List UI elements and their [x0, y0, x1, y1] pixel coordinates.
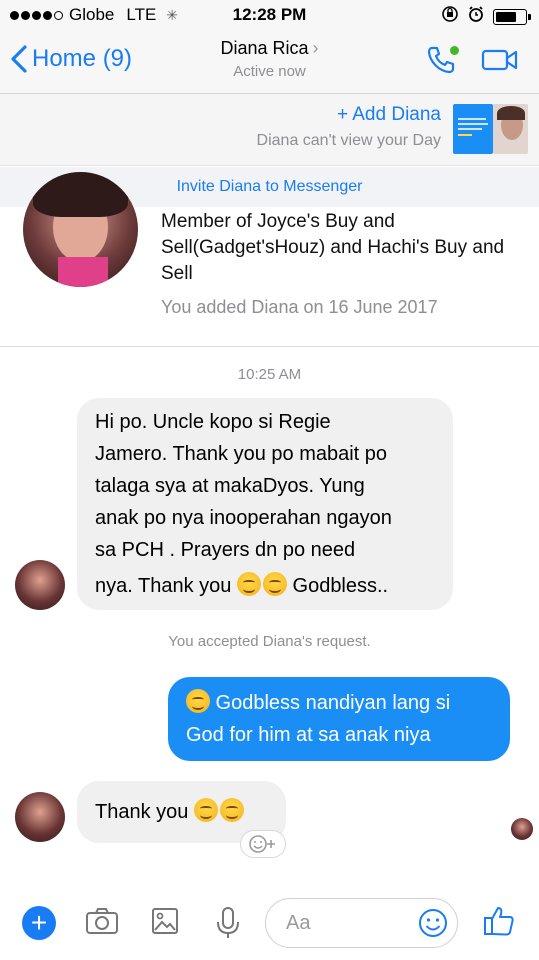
chevron-right-icon: ›: [312, 38, 319, 58]
smiling-emoji-icon: [262, 572, 287, 596]
message-line: God for him at sa anak niya: [186, 724, 431, 746]
system-message: You accepted Diana's request.: [168, 633, 371, 650]
status-bar: Globe LTE ✳ 12:28 PM: [0, 0, 539, 30]
sender-avatar[interactable]: [15, 792, 65, 842]
message-line: sa PCH . Prayers dn po need: [95, 539, 356, 561]
alarm-icon: [467, 5, 485, 28]
message-line: Jamero. Thank you po mabait po: [95, 443, 388, 465]
emoji-button[interactable]: [417, 907, 449, 944]
gallery-button[interactable]: [151, 906, 179, 941]
add-to-day-button[interactable]: + Add Diana: [337, 104, 441, 126]
video-call-button[interactable]: [481, 47, 519, 78]
contact-profile-summary: Member of Joyce's Buy and Sell(Gadget'sH…: [0, 172, 539, 347]
outgoing-message-bubble[interactable]: Godbless nandiyan lang si God for him at…: [168, 677, 510, 761]
smiling-emoji-icon: [219, 798, 244, 822]
conversation-header: Home (9) Diana Rica › Active now: [0, 30, 539, 94]
voice-message-button[interactable]: [215, 906, 241, 945]
day-photo-thumbnail[interactable]: [493, 104, 528, 154]
rotation-lock-icon: [441, 5, 459, 28]
camera-icon: [86, 908, 118, 934]
day-visibility-text: Diana can't view your Day: [256, 132, 441, 149]
message-line: Hi po. Uncle kopo si Regie: [95, 411, 331, 433]
phone-call-button[interactable]: [425, 44, 459, 81]
add-reaction-button[interactable]: [240, 830, 286, 858]
slight-smile-emoji-icon: [186, 689, 210, 713]
message-input-placeholder: Aa: [286, 912, 311, 934]
smiling-emoji-icon: [236, 572, 261, 596]
contact-avatar[interactable]: [23, 172, 138, 287]
camera-button[interactable]: [85, 906, 119, 941]
message-line: talaga sya at makaDyos. Yung: [95, 475, 365, 497]
thumbs-up-icon: [484, 907, 514, 936]
seen-receipt-avatar: [511, 818, 533, 840]
message-timestamp: 10:25 AM: [237, 366, 302, 383]
image-icon: [152, 908, 178, 934]
like-button[interactable]: [482, 904, 516, 943]
message-line: Godbless nandiyan lang si: [186, 687, 492, 719]
smiley-icon: [419, 909, 447, 937]
message-composer: + Aa: [0, 890, 539, 960]
incoming-message-bubble[interactable]: Hi po. Uncle kopo si Regie Jamero. Thank…: [77, 398, 453, 610]
more-options-button[interactable]: +: [22, 906, 56, 940]
add-reaction-icon: [249, 835, 275, 853]
message-input[interactable]: Aa: [265, 898, 458, 948]
message-line-last: nya. Thank you Godbless..: [95, 570, 435, 602]
smiling-emoji-icon: [193, 798, 218, 822]
added-date-text: You added Diana on 16 June 2017: [161, 297, 438, 317]
profile-description: Member of Joyce's Buy and Sell(Gadget'sH…: [161, 211, 505, 284]
battery-icon: [493, 8, 531, 25]
online-dot: [450, 46, 459, 55]
video-camera-icon: [481, 49, 518, 71]
contact-name: Diana Rica: [220, 38, 309, 58]
message-line: anak po nya inooperahan ngayon: [95, 507, 392, 529]
day-thumbnail[interactable]: [453, 104, 493, 154]
sender-avatar[interactable]: [15, 560, 65, 610]
microphone-icon: [217, 907, 239, 938]
day-banner: + Add Diana Diana can't view your Day: [0, 94, 539, 166]
